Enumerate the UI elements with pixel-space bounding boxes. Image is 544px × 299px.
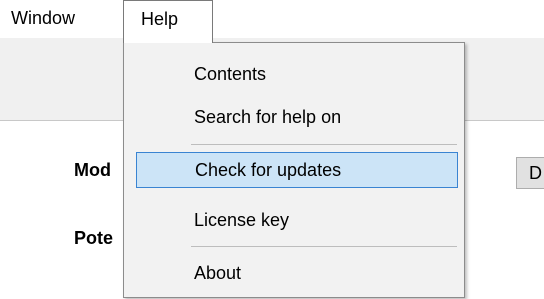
menu-item-about[interactable]: About <box>136 256 458 292</box>
menu-separator <box>191 246 457 247</box>
menu-item-check-updates[interactable]: Check for updates <box>136 152 458 188</box>
menu-item-license-key[interactable]: License key <box>136 203 458 239</box>
side-button[interactable]: D <box>516 157 544 189</box>
form-label-pote: Pote <box>74 228 114 248</box>
menu-window[interactable]: Window <box>7 0 79 38</box>
menu-item-contents[interactable]: Contents <box>136 57 458 93</box>
menu-bar: Window Help <box>0 0 544 43</box>
menu-separator <box>191 144 457 145</box>
menu-help[interactable]: Help <box>123 0 213 43</box>
form-label-mod: Mod <box>74 160 111 180</box>
menu-item-search-help[interactable]: Search for help on <box>136 100 458 136</box>
help-dropdown-menu: Contents Search for help on Check for up… <box>123 42 465 298</box>
